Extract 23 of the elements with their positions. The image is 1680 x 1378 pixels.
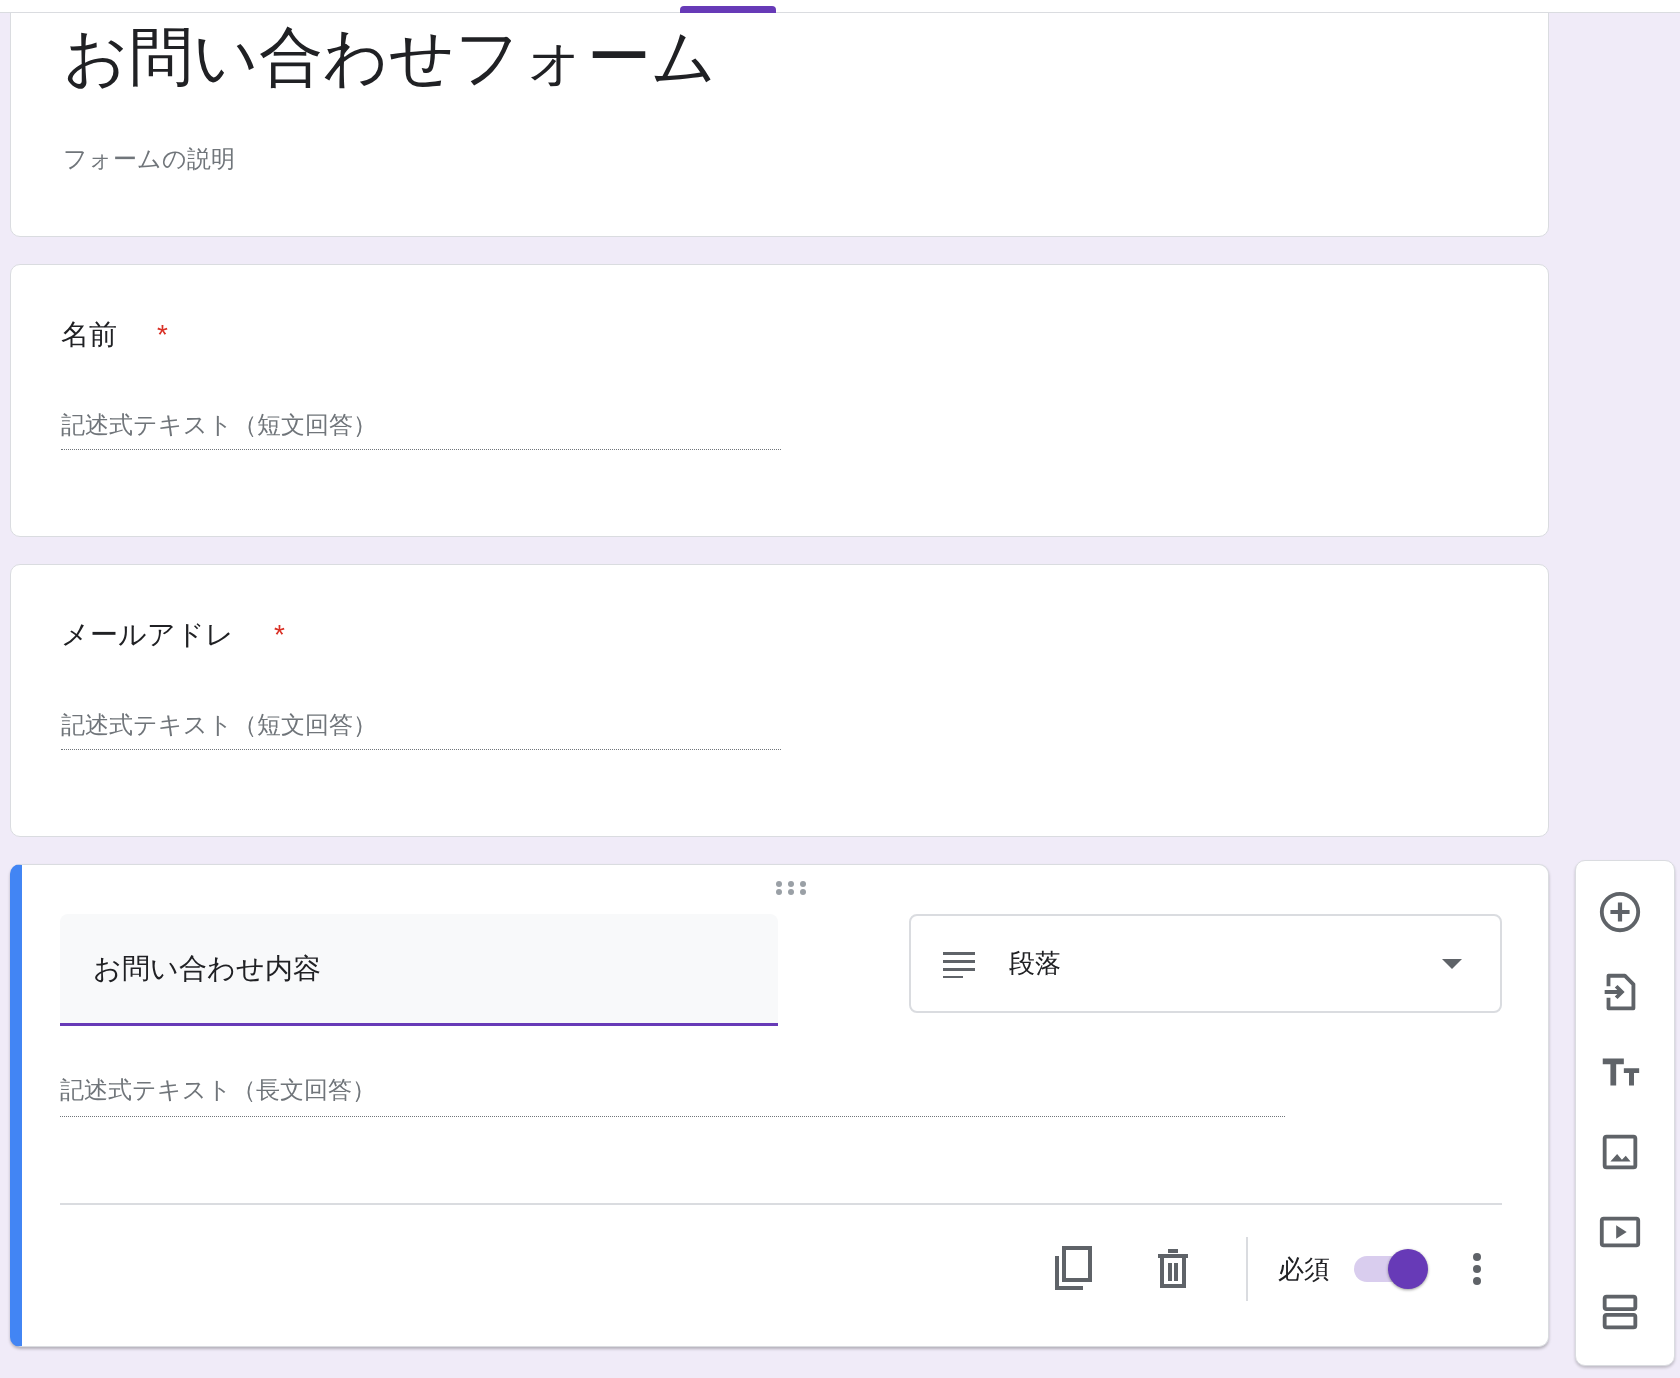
question-card[interactable]: メールアドレ * 記述式テキスト（短文回答）	[10, 564, 1549, 837]
form-title[interactable]: お問い合わせフォーム	[63, 17, 717, 97]
more-options-icon[interactable]	[1472, 1252, 1482, 1286]
question-title-field[interactable]: お問い合わせ内容	[60, 914, 778, 1026]
dropdown-caret-icon	[1442, 958, 1462, 969]
required-toggle[interactable]	[1354, 1249, 1428, 1289]
required-asterisk-icon: *	[274, 615, 285, 655]
question-card[interactable]: お問い合わせ内容 段落 記述式テキスト（長文回答） 必須	[10, 864, 1549, 1347]
paragraph-lines-icon	[943, 949, 977, 978]
delete-icon[interactable]	[1156, 1249, 1190, 1289]
drag-handle-icon[interactable]	[775, 881, 807, 895]
add-circle-icon[interactable]	[1597, 889, 1643, 935]
form-description[interactable]: フォームの説明	[63, 143, 235, 175]
long-answer-placeholder: 記述式テキスト（長文回答）	[60, 1070, 1285, 1117]
copy-icon[interactable]	[1054, 1246, 1094, 1292]
question-card[interactable]: 名前 * 記述式テキスト（短文回答）	[10, 264, 1549, 537]
question-title: 名前	[61, 318, 117, 352]
short-answer-placeholder: 記述式テキスト（短文回答）	[61, 705, 781, 750]
required-asterisk-icon: *	[157, 315, 168, 355]
question-title: メールアドレ	[61, 618, 234, 652]
question-type-dropdown[interactable]: 段落	[909, 914, 1502, 1013]
short-answer-placeholder: 記述式テキスト（短文回答）	[61, 405, 781, 450]
required-label: 必須	[1278, 1252, 1330, 1286]
